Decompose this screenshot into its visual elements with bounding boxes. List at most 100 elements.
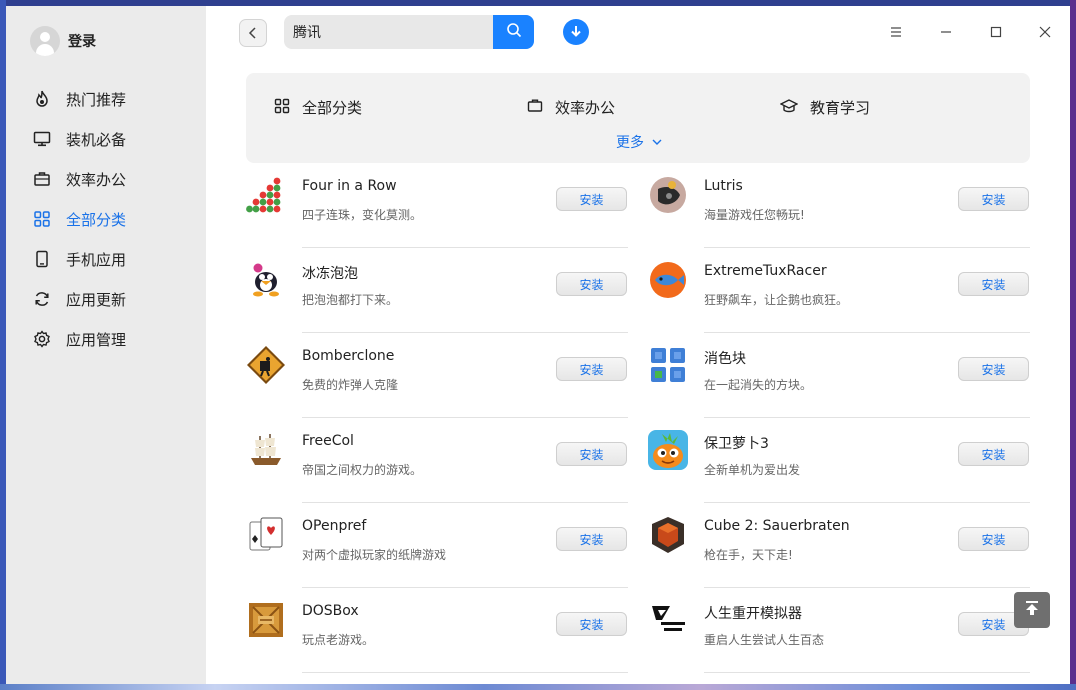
sidebar-nav: 热门推荐 装机必备 效率办公 全部分类 手机应用 应用更新 应用管理 [6,79,206,359]
app-card[interactable]: 消色块 在一起消失的方块。 安装 [648,336,1030,421]
menu-button[interactable] [884,20,908,44]
app-card[interactable]: Cube 2: Sauerbraten 枪在手，天下走! 安装 [648,506,1030,591]
sidebar-item-label: 应用更新 [66,290,127,309]
arrow-up-to-top-icon [1023,599,1041,621]
extremetuxracer-icon [648,260,688,300]
app-description: 狂野飙车，让企鹅也疯狂。 [704,293,849,307]
app-card[interactable]: OPenpref 对两个虚拟玩家的纸牌游戏 安装 [246,506,628,591]
flame-icon [32,89,52,109]
sidebar-item-essentials[interactable]: 装机必备 [6,119,206,159]
freecol-ship-icon [246,430,286,470]
app-name[interactable]: FreeCol [302,433,354,449]
four-in-a-row-icon [246,175,286,215]
install-button[interactable]: 安装 [958,357,1029,381]
app-name[interactable]: OPenpref [302,518,366,534]
sidebar-item-mobile[interactable]: 手机应用 [6,239,206,279]
app-description: 四子连珠，变化莫测。 [302,208,423,222]
desktop-edge-right [1070,0,1076,690]
app-card[interactable]: Lutris 海量游戏任您畅玩! 安装 [648,166,1030,251]
download-manager-button[interactable] [563,19,589,45]
monitor-icon [32,129,52,149]
minimize-button[interactable] [934,20,958,44]
search-button[interactable] [493,15,534,49]
app-card[interactable]: Bomberclone 免费的炸弹人克隆 安装 [246,336,628,421]
app-description: 海量游戏任您畅玩! [704,208,805,222]
install-button[interactable]: 安装 [556,442,627,466]
minimize-icon [940,23,952,42]
grid-icon [32,209,52,229]
app-name[interactable]: ExtremeTuxRacer [704,263,827,279]
chevron-left-icon [248,24,258,43]
menu-icon [890,23,902,42]
back-button[interactable] [239,19,267,47]
app-card[interactable]: 冰冻泡泡 把泡泡都打下来。 安装 [246,251,628,336]
close-button[interactable] [1033,20,1057,44]
app-name[interactable]: Cube 2: Sauerbraten [704,518,850,534]
app-name[interactable]: 冰冻泡泡 [302,263,358,283]
divider [704,502,1030,503]
install-button[interactable]: 安装 [556,357,627,381]
category-office[interactable]: 效率办公 [527,97,615,118]
app-description: 重启人生尝试人生百态 [704,633,825,647]
avatar[interactable] [30,26,60,56]
bomberclone-icon [246,345,286,385]
category-panel: 全部分类 效率办公 教育学习 更多 [246,73,1030,163]
life-restart-icon [648,600,688,640]
install-button[interactable]: 安装 [958,187,1029,211]
sidebar-item-manage[interactable]: 应用管理 [6,319,206,359]
app-name[interactable]: Four in a Row [302,178,397,194]
install-button[interactable]: 安装 [556,187,627,211]
app-name[interactable]: Bomberclone [302,348,394,364]
install-button[interactable]: 安装 [958,527,1029,551]
divider [704,332,1030,333]
app-store-window: 登录 热门推荐 装机必备 效率办公 全部分类 手机应用 应用更新 应用管理 腾讯… [6,6,1070,684]
playing-cards-icon [246,515,286,555]
app-card[interactable]: Four in a Row 四子连珠，变化莫测。 安装 [246,166,628,251]
app-name[interactable]: Lutris [704,178,743,194]
chevron-down-icon [644,134,662,150]
sidebar-item-label: 全部分类 [66,210,127,229]
sidebar-item-hot[interactable]: 热门推荐 [6,79,206,119]
main-content: 全部分类 效率办公 教育学习 更多 [206,6,1070,684]
divider [704,417,1030,418]
search-input[interactable] [284,15,494,49]
category-all[interactable]: 全部分类 [274,97,362,118]
more-categories-link[interactable]: 更多 [616,132,662,152]
divider [704,247,1030,248]
user-login[interactable]: 登录 [30,26,96,56]
maximize-button[interactable] [984,20,1008,44]
divider [302,587,628,588]
app-card[interactable]: 人生重开模拟器 重启人生尝试人生百态 安装 [648,591,1030,676]
app-name[interactable]: DOSBox [302,603,359,619]
sidebar-item-office[interactable]: 效率办公 [6,159,206,199]
briefcase-icon [527,98,543,118]
divider [704,672,1030,673]
category-education[interactable]: 教育学习 [779,97,871,118]
dosbox-icon [246,600,286,640]
app-name[interactable]: 人生重开模拟器 [704,603,802,623]
app-card[interactable]: ExtremeTuxRacer 狂野飙车，让企鹅也疯狂。 安装 [648,251,1030,336]
app-name[interactable]: 保卫萝卜3 [704,433,769,453]
app-name[interactable]: 消色块 [704,348,746,368]
login-label[interactable]: 登录 [68,31,96,51]
app-description: 把泡泡都打下来。 [302,293,399,307]
install-button[interactable]: 安装 [556,272,627,296]
app-card[interactable]: FreeCol 帝国之间权力的游戏。 安装 [246,421,628,506]
app-card[interactable]: 保卫萝卜3 全新单机为爱出发 安装 [648,421,1030,506]
app-description: 在一起消失的方块。 [704,378,813,392]
back-to-top-button[interactable] [1014,592,1050,628]
category-label: 全部分类 [302,99,363,117]
install-button[interactable]: 安装 [556,527,627,551]
app-description: 免费的炸弹人克隆 [302,378,399,392]
app-card[interactable]: DOSBox 玩点老游戏。 安装 [246,591,628,676]
divider [704,587,1030,588]
sidebar-item-label: 应用管理 [66,330,127,349]
briefcase-icon [32,169,52,189]
divider [302,502,628,503]
sidebar-item-updates[interactable]: 应用更新 [6,279,206,319]
install-button[interactable]: 安装 [958,442,1029,466]
category-label: 教育学习 [810,99,871,117]
sidebar-item-all-categories[interactable]: 全部分类 [6,199,206,239]
install-button[interactable]: 安装 [556,612,627,636]
install-button[interactable]: 安装 [958,272,1029,296]
